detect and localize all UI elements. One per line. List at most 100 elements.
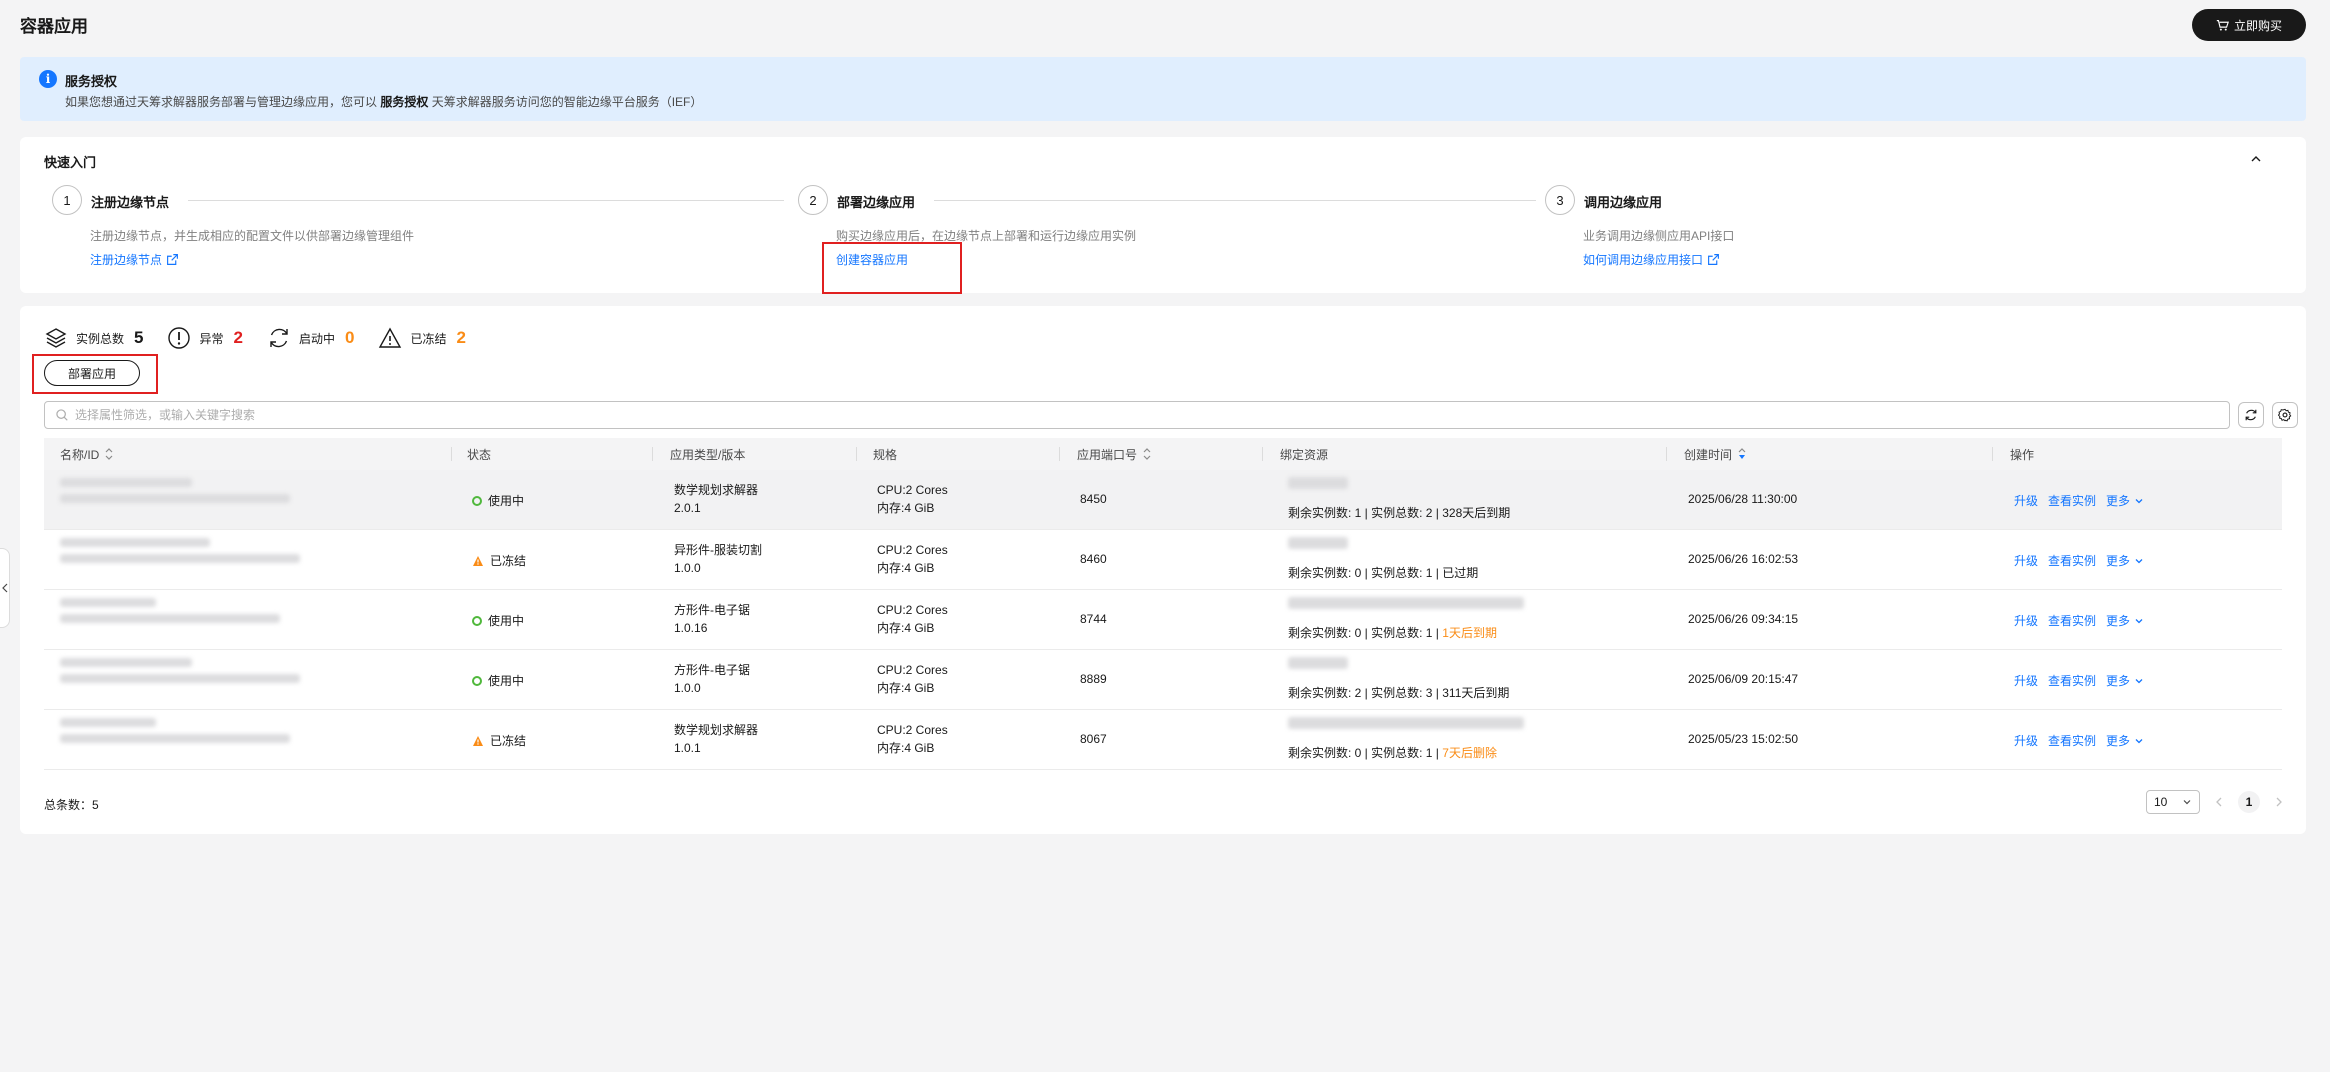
table-row: 使用中 方形件-电子锯 1.0.0 CPU:2 Cores 内存:4 GiB 888… [44,650,2282,710]
refresh-icon [270,328,288,348]
page-size-select[interactable]: 10 [2146,790,2200,814]
step-connector [188,200,784,201]
view-instances-link[interactable]: 查看实例 [2048,672,2096,689]
table-settings-button[interactable] [2272,402,2298,428]
more-dropdown[interactable]: 更多 [2106,612,2144,629]
col-name-header[interactable]: 名称/ID [60,438,114,470]
deploy-app-button[interactable]: 部署应用 [44,360,140,386]
side-collapse-tab[interactable] [0,548,10,628]
app-type-cell: 异形件-服装切割 1.0.0 [674,541,762,577]
warning-triangle-icon [379,327,402,348]
instance-stats: 实例总数 5 异常 2 启动中 0 已冻结 2 [44,326,490,350]
resource-warning: 7天后删除 [1442,746,1497,760]
ops-cell: 升级 查看实例 更多 [2014,492,2144,509]
resource-summary: 剩余实例数: 1 | 实例总数: 2 | 328天后到期 [1288,504,1510,521]
status-cell: 已冻结 [472,552,526,569]
redacted-text [1288,597,1524,609]
column-divider [652,447,653,461]
alert-circle-icon [168,327,191,349]
more-label: 更多 [2106,554,2131,568]
create-container-app-link[interactable]: 创建容器应用 [836,251,908,268]
upgrade-link[interactable]: 升级 [2014,732,2038,749]
step-title: 调用边缘应用 [1584,195,1663,210]
status-text: 使用中 [488,614,525,628]
step-number: 3 [1545,185,1575,215]
status-text: 已冻结 [490,554,527,568]
redacted-text [60,538,210,547]
app-type-cell: 方形件-电子锯 1.0.16 [674,601,750,637]
spec-cpu: CPU:2 Cores [877,603,948,617]
column-divider [1262,447,1263,461]
chevron-down-icon [2135,558,2143,563]
resource-text: 剩余实例数: 2 | 实例总数: 3 | 311天后到期 [1288,686,1510,700]
status-cell: 使用中 [472,492,524,509]
spec-cpu: CPU:2 Cores [877,723,948,737]
table-row: 已冻结 异形件-服装切割 1.0.0 CPU:2 Cores 内存:4 GiB 84… [44,530,2282,590]
resource-summary: 剩余实例数: 0 | 实例总数: 1 | 1天后到期 [1288,624,1497,641]
external-link-icon [1708,254,1719,265]
invoke-app-api-link[interactable]: 如何调用边缘应用接口 [1583,251,1720,268]
stat-frozen-value: 2 [456,328,466,347]
more-label: 更多 [2106,614,2131,628]
stat-frozen-label: 已冻结 [410,331,447,346]
spec-cpu: CPU:2 Cores [877,663,948,677]
more-dropdown[interactable]: 更多 [2106,672,2144,689]
spec-mem: 内存:4 GiB [877,621,935,635]
app-version: 2.0.1 [674,501,701,515]
redacted-text [60,554,300,563]
redacted-text [60,478,192,487]
created-time-cell: 2025/06/26 16:02:53 [1688,552,1799,566]
step-description: 购买边缘应用后，在边缘节点上部署和运行边缘应用实例 [836,229,1137,243]
view-instances-link[interactable]: 查看实例 [2048,492,2096,509]
register-node-link[interactable]: 注册边缘节点 [90,251,179,268]
column-divider [1059,447,1060,461]
page-size-value: 10 [2154,795,2168,809]
more-dropdown[interactable]: 更多 [2106,732,2144,749]
sort-desc-icon [1738,448,1746,459]
more-dropdown[interactable]: 更多 [2106,552,2144,569]
prev-page-icon[interactable] [2214,796,2224,808]
buy-now-button[interactable]: 立即购买 [2192,9,2306,41]
upgrade-link[interactable]: 升级 [2014,552,2038,569]
stat-starting: 启动中 0 [267,326,354,350]
col-created-label: 创建时间 [1684,447,1733,462]
spec-mem: 内存:4 GiB [877,501,935,515]
col-created-header[interactable]: 创建时间 [1684,438,1747,470]
chevron-down-icon [2135,618,2143,623]
chevron-up-icon[interactable] [2248,151,2264,167]
status-cell: 使用中 [472,612,524,629]
more-dropdown[interactable]: 更多 [2106,492,2144,509]
resource-summary: 剩余实例数: 0 | 实例总数: 1 | 已过期 [1288,564,1478,581]
quick-start-title: 快速入门 [44,155,97,170]
upgrade-link[interactable]: 升级 [2014,612,2038,629]
more-label: 更多 [2106,734,2131,748]
layers-icon [45,328,67,348]
ops-cell: 升级 查看实例 更多 [2014,732,2144,749]
status-text: 使用中 [488,674,525,688]
col-port-header[interactable]: 应用端口号 [1077,438,1152,470]
next-page-icon[interactable] [2274,796,2284,808]
ops-cell: 升级 查看实例 更多 [2014,672,2144,689]
refresh-list-button[interactable] [2238,402,2264,428]
search-icon [56,409,68,421]
view-instances-link[interactable]: 查看实例 [2048,732,2096,749]
status-running-icon [472,495,482,506]
upgrade-link[interactable]: 升级 [2014,672,2038,689]
service-authorization-link[interactable]: 服务授权 [380,95,428,109]
search-box[interactable] [44,401,2230,429]
view-instances-link[interactable]: 查看实例 [2048,552,2096,569]
search-input[interactable] [75,408,2032,422]
resource-text: 剩余实例数: 1 | 实例总数: 2 | 328天后到期 [1288,506,1511,520]
redacted-text [60,674,300,683]
stat-abnormal-value: 2 [233,328,243,347]
upgrade-link[interactable]: 升级 [2014,492,2038,509]
sort-icon [105,448,113,460]
table-body: 使用中 数学规划求解器 2.0.1 CPU:2 Cores 内存:4 GiB 845… [44,470,2282,770]
external-link-icon [167,254,178,265]
name-id-cell [56,530,356,590]
status-running-icon [472,675,482,686]
gear-icon [2278,408,2292,422]
stat-total-value: 5 [134,328,144,347]
view-instances-link[interactable]: 查看实例 [2048,612,2096,629]
current-page[interactable]: 1 [2238,791,2260,813]
